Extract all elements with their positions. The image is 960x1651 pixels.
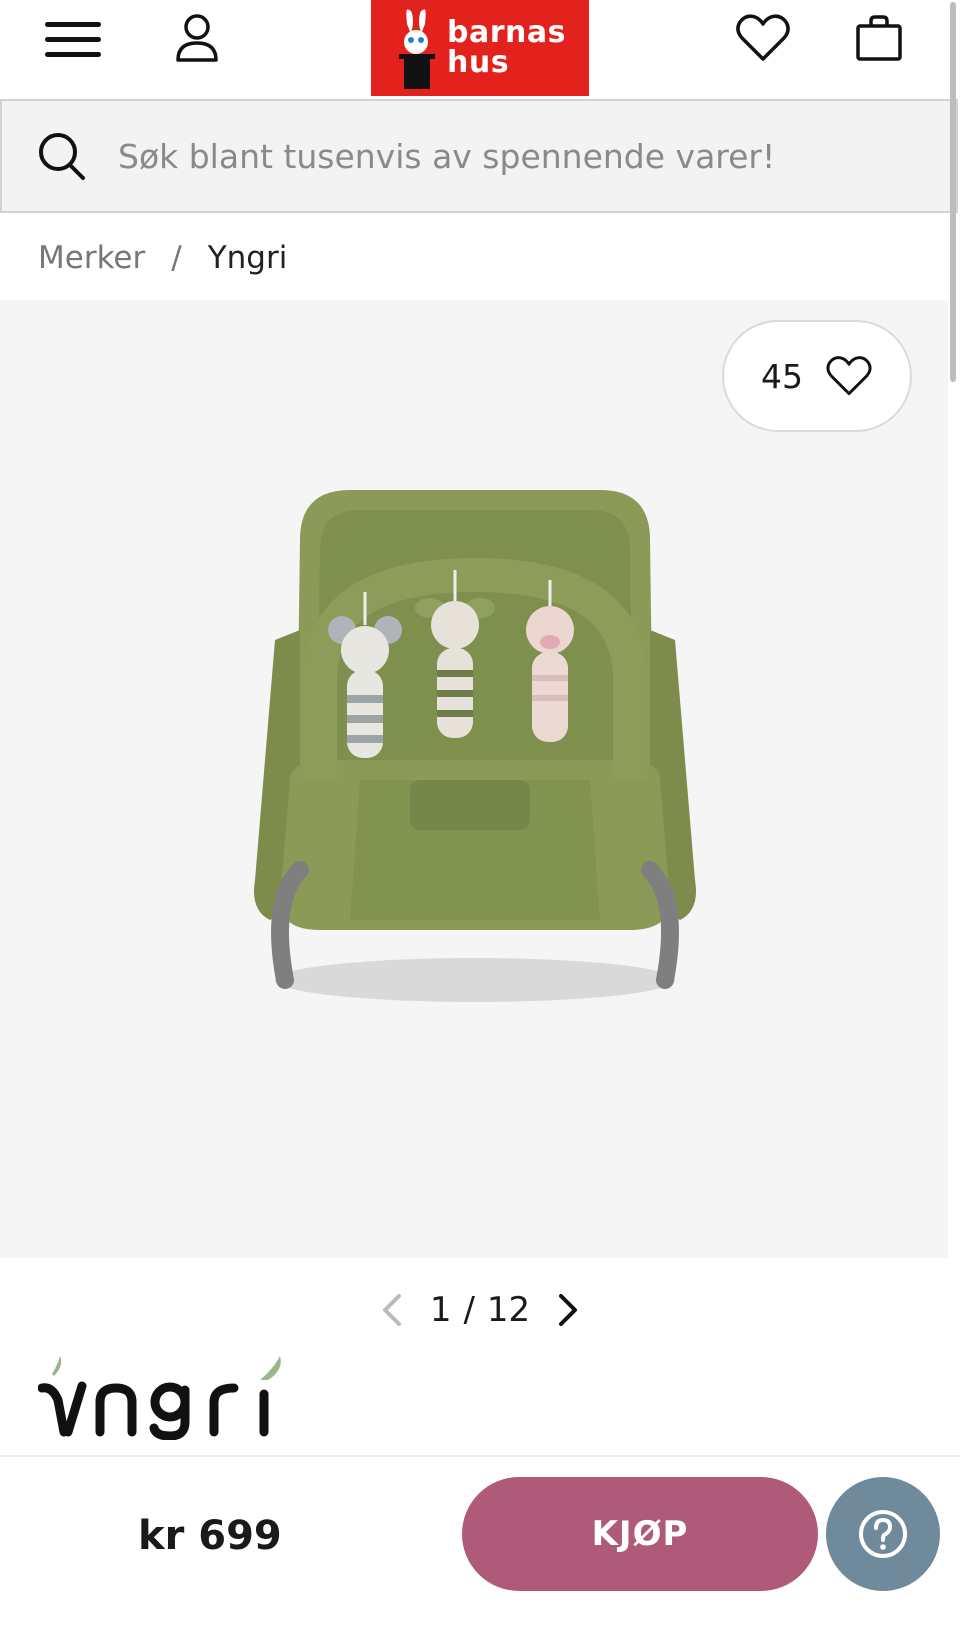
product-image xyxy=(254,490,696,1002)
help-button[interactable] xyxy=(826,1477,940,1591)
logo-line-2: hus xyxy=(447,45,510,80)
shopping-bag-icon xyxy=(856,15,902,61)
breadcrumb-current: Yngri xyxy=(207,240,288,276)
cart-button[interactable] xyxy=(848,8,910,68)
chevron-right-icon xyxy=(559,1294,578,1326)
search-bar[interactable] xyxy=(0,99,958,213)
next-image-button[interactable] xyxy=(550,1287,586,1333)
brand-logo[interactable] xyxy=(38,1350,298,1440)
account-button[interactable] xyxy=(168,8,226,68)
question-icon xyxy=(859,1510,907,1558)
breadcrumb: Merker / Yngri xyxy=(38,236,287,280)
product-price: kr 699 xyxy=(138,1513,282,1559)
favorite-button[interactable]: 45 xyxy=(722,320,912,432)
search-icon xyxy=(39,133,85,180)
logo-line-1: barnas xyxy=(447,15,566,50)
breadcrumb-link-merker[interactable]: Merker xyxy=(38,240,145,276)
rabbit-hat-icon xyxy=(399,9,435,89)
heart-icon xyxy=(736,14,790,61)
site-logo[interactable]: barnas hus xyxy=(371,0,589,96)
breadcrumb-separator: / xyxy=(171,240,182,276)
pager-separator: / xyxy=(463,1290,475,1330)
chevron-left-icon xyxy=(382,1294,401,1326)
product-gallery[interactable]: 45 xyxy=(0,300,948,1258)
menu-button[interactable] xyxy=(40,16,106,64)
hamburger-menu-icon xyxy=(45,22,101,57)
wishlist-button[interactable] xyxy=(730,8,796,68)
search-input[interactable] xyxy=(118,136,918,176)
page-scrollbar[interactable] xyxy=(950,2,956,382)
gallery-pager: 1 / 12 xyxy=(0,1280,960,1340)
favorite-count: 45 xyxy=(761,356,803,396)
user-icon xyxy=(176,14,218,62)
heart-icon xyxy=(826,356,872,396)
pager-current: 1 xyxy=(429,1290,452,1330)
pager-total: 12 xyxy=(486,1290,531,1330)
buy-button[interactable]: KJØP xyxy=(462,1477,818,1591)
site-header: barnas hus xyxy=(0,0,948,98)
purchase-bar: kr 699 KJØP xyxy=(0,1455,960,1651)
previous-image-button[interactable] xyxy=(374,1287,410,1333)
